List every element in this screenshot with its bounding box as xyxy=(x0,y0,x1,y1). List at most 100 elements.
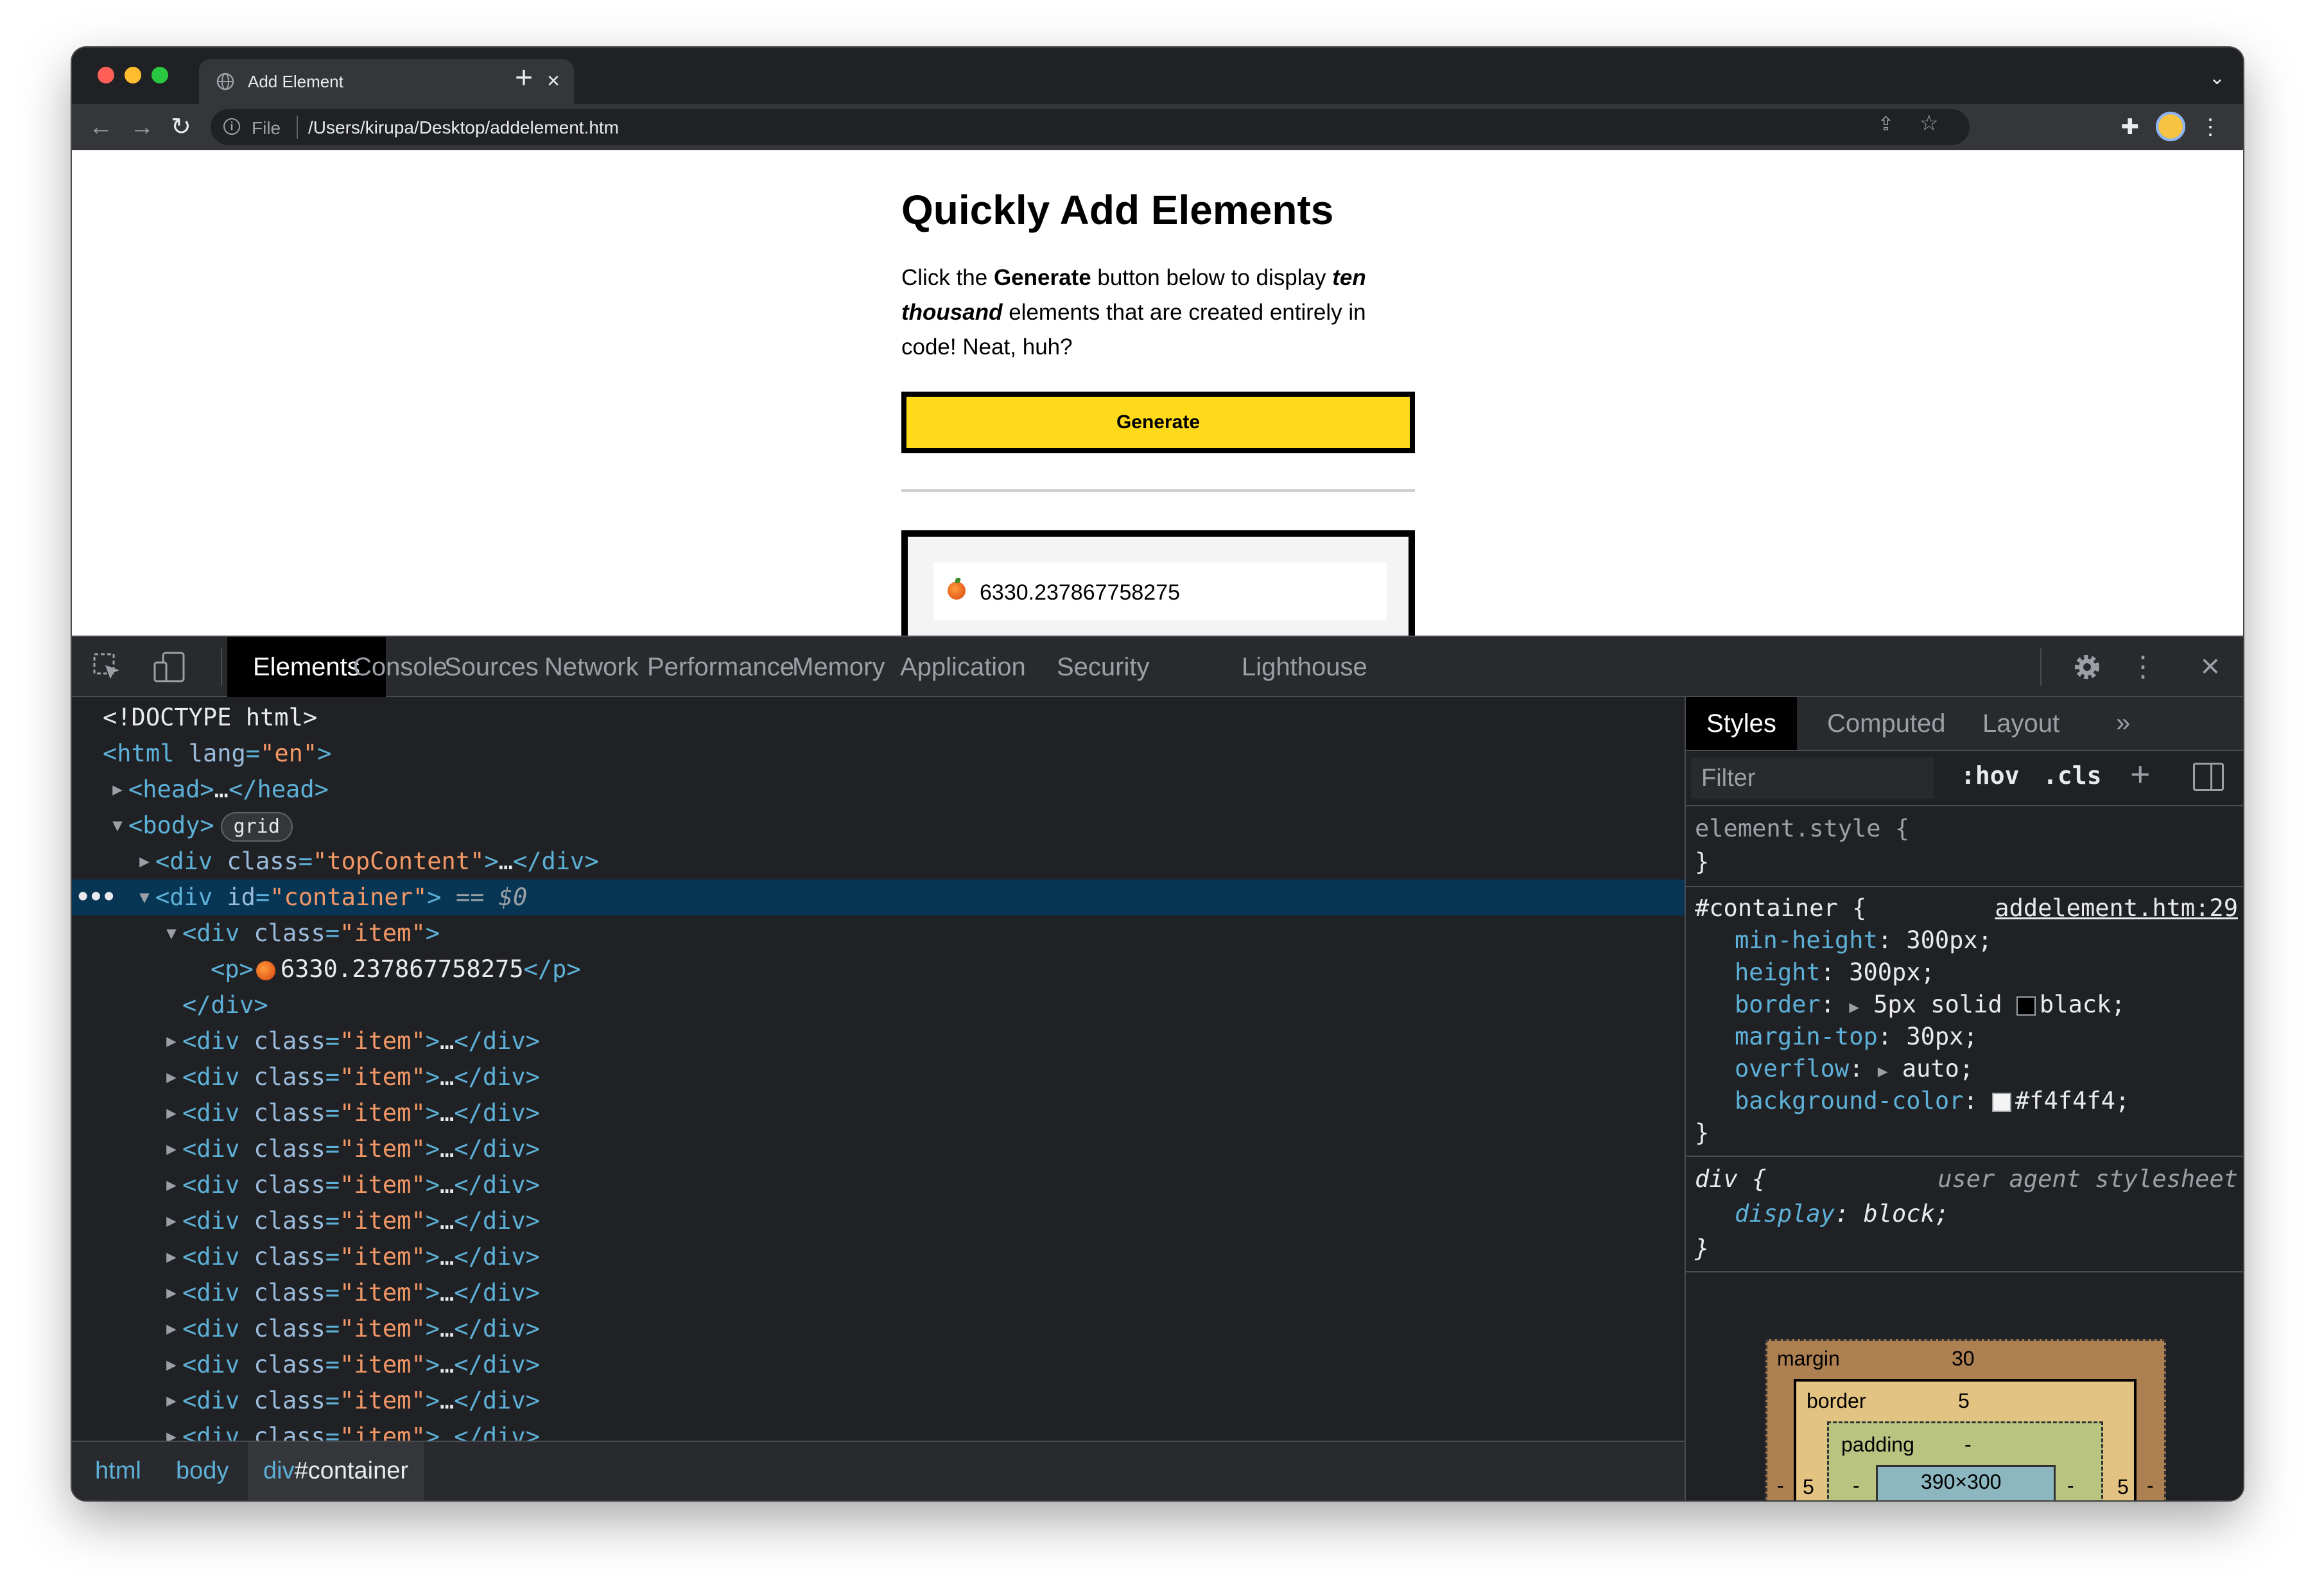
close-icon[interactable]: × xyxy=(2201,647,2220,686)
border-right-value[interactable]: 5 xyxy=(2117,1475,2129,1499)
reload-icon[interactable]: ↻ xyxy=(171,114,191,140)
expand-triangle-icon[interactable]: ▶ xyxy=(160,1311,182,1347)
expand-triangle-icon[interactable]: ▶ xyxy=(160,1383,182,1419)
container-style-rule[interactable]: #container { addelement.htm:29 min-heigh… xyxy=(1686,887,2243,1157)
margin-value[interactable]: 30 xyxy=(1952,1347,1975,1371)
tab-styles[interactable]: Styles xyxy=(1686,697,1797,750)
dom-body-node[interactable]: ▼ <body> grid xyxy=(72,808,1685,844)
dom-item-node-collapsed[interactable]: ▶ <div class="item">…</div> xyxy=(72,1383,1685,1419)
expand-triangle-icon[interactable]: ▶ xyxy=(160,1203,182,1239)
expand-triangle-icon[interactable]: ▶ xyxy=(1878,1062,1888,1081)
share-icon[interactable]: ⇪ xyxy=(1878,110,1894,139)
border-value[interactable]: 5 xyxy=(1958,1389,1970,1413)
margin-right-value[interactable]: - xyxy=(2147,1474,2154,1498)
expand-triangle-icon[interactable]: ▶ xyxy=(160,1167,182,1203)
breadcrumb-html[interactable]: html xyxy=(80,1442,157,1500)
devtools-kebab-icon[interactable]: ⋮ xyxy=(2129,651,2157,683)
back-arrow-icon[interactable]: ← xyxy=(89,114,113,140)
maximize-window-button[interactable] xyxy=(152,67,168,83)
toggle-sidebar-icon[interactable] xyxy=(2193,763,2224,791)
dom-tree[interactable]: <!DOCTYPE html> <html lang="en"> ▶ <head>… xyxy=(72,697,1685,1441)
expand-triangle-icon[interactable]: ▶ xyxy=(160,1419,182,1441)
grid-badge[interactable]: grid xyxy=(220,811,293,842)
tab-close-icon[interactable]: × xyxy=(547,68,560,94)
expand-triangle-icon[interactable]: ▶ xyxy=(160,1023,182,1059)
breadcrumb-body[interactable]: body xyxy=(160,1442,244,1500)
browser-menu-kebab-icon[interactable]: ⋮ xyxy=(2199,113,2221,141)
dom-topcontent-node[interactable]: ▶ <div class="topContent">…</div> xyxy=(72,844,1685,880)
more-tabs-chevron-icon[interactable]: » xyxy=(2116,697,2130,749)
cls-toggle[interactable]: .cls xyxy=(2043,761,2102,790)
expand-triangle-icon[interactable]: ▶ xyxy=(160,1131,182,1167)
styles-filter-input[interactable]: Filter xyxy=(1691,758,1934,799)
dom-head-node[interactable]: ▶ <head>…</head> xyxy=(72,772,1685,808)
extensions-puzzle-icon[interactable]: ✚ xyxy=(2121,113,2140,141)
dom-html-node[interactable]: <html lang="en"> xyxy=(72,736,1685,772)
dom-item-node-collapsed[interactable]: ▶ <div class="item">…</div> xyxy=(72,1203,1685,1239)
border-left-value[interactable]: 5 xyxy=(1803,1475,1814,1499)
dom-item-node-expanded[interactable]: ▼ <div class="item"> xyxy=(72,915,1685,951)
prop-height[interactable]: height: 300px; xyxy=(1735,957,1935,989)
address-bar[interactable]: i File /Users/kirupa/Desktop/addelement.… xyxy=(211,109,1970,145)
new-style-rule-button[interactable]: + xyxy=(2130,755,2151,794)
dom-item-node-collapsed[interactable]: ▶ <div class="item">…</div> xyxy=(72,1023,1685,1059)
dom-item-close[interactable]: </div> xyxy=(72,987,1685,1023)
dom-p-node[interactable]: <p> 6330.237867758275</p> xyxy=(72,951,1685,987)
collapse-triangle-icon[interactable]: ▼ xyxy=(107,808,128,844)
dom-doctype[interactable]: <!DOCTYPE html> xyxy=(72,700,1685,736)
color-swatch[interactable] xyxy=(1991,1092,2011,1112)
dom-item-node-collapsed[interactable]: ▶ <div class="item">…</div> xyxy=(72,1059,1685,1095)
padding-right-value[interactable]: - xyxy=(2067,1474,2074,1498)
expand-triangle-icon[interactable]: ▶ xyxy=(160,1059,182,1095)
expand-triangle-icon[interactable]: ▶ xyxy=(160,1275,182,1311)
dom-item-node-collapsed[interactable]: ▶ <div class="item">…</div> xyxy=(72,1275,1685,1311)
close-window-button[interactable] xyxy=(98,67,114,83)
expand-triangle-icon[interactable]: ▶ xyxy=(134,844,155,880)
breadcrumb-container[interactable]: div#container xyxy=(248,1442,424,1500)
dom-item-node-collapsed[interactable]: ▶ <div class="item">…</div> xyxy=(72,1311,1685,1347)
dom-item-node-collapsed[interactable]: ▶ <div class="item">…</div> xyxy=(72,1167,1685,1203)
tab-lighthouse[interactable]: Lighthouse xyxy=(1216,637,1393,697)
minimize-window-button[interactable] xyxy=(125,67,141,83)
expand-triangle-icon[interactable]: ▶ xyxy=(107,772,128,808)
url-text[interactable]: /Users/kirupa/Desktop/addelement.htm xyxy=(308,117,619,138)
gear-icon[interactable] xyxy=(2070,650,2104,684)
expand-triangle-icon[interactable]: ▶ xyxy=(160,1239,182,1275)
color-swatch[interactable] xyxy=(2016,996,2036,1016)
padding-value[interactable]: - xyxy=(1964,1433,1972,1457)
div-useragent-rule[interactable]: div { user agent stylesheet display: blo… xyxy=(1686,1157,2243,1272)
prop-min-height[interactable]: min-height: 300px; xyxy=(1735,924,1992,957)
info-icon[interactable]: i xyxy=(223,118,240,135)
tab-computed[interactable]: Computed xyxy=(1807,697,1966,750)
box-model-diagram[interactable]: margin 30 border 5 padding - 390×300 5 5… xyxy=(1765,1339,2166,1500)
forward-arrow-icon[interactable]: → xyxy=(130,114,154,140)
device-toolbar-icon[interactable] xyxy=(153,651,186,683)
collapse-triangle-icon[interactable]: ▼ xyxy=(160,915,182,951)
expand-triangle-icon[interactable]: ▶ xyxy=(160,1095,182,1131)
tab-security[interactable]: Security xyxy=(1031,637,1175,697)
inspect-element-icon[interactable] xyxy=(92,652,122,682)
tab-layout[interactable]: Layout xyxy=(1962,697,2080,750)
tab-application[interactable]: Application xyxy=(874,637,1052,697)
prop-margin-top[interactable]: margin-top: 30px; xyxy=(1735,1021,1978,1053)
element-style-rule[interactable]: element.style { } xyxy=(1686,806,2243,887)
dom-item-node-collapsed[interactable]: ▶ <div class="item">…</div> xyxy=(72,1419,1685,1441)
container-source-link[interactable]: addelement.htm:29 xyxy=(1995,892,2238,924)
items-container[interactable]: 6330.237867758275 xyxy=(901,530,1415,636)
profile-avatar[interactable] xyxy=(2156,112,2185,141)
dom-item-node-collapsed[interactable]: ▶ <div class="item">…</div> xyxy=(72,1131,1685,1167)
tab-search-chevron-icon[interactable]: ⌄ xyxy=(2209,67,2225,89)
padding-left-value[interactable]: - xyxy=(1853,1474,1860,1498)
new-tab-button[interactable]: + xyxy=(515,62,533,95)
dom-container-node-selected[interactable]: ••• ▼ <div id="container"> == $0 xyxy=(72,880,1685,915)
generate-button[interactable]: Generate xyxy=(901,392,1415,453)
prop-overflow[interactable]: overflow: ▶ auto; xyxy=(1735,1053,1973,1085)
more-actions-dots-icon[interactable]: ••• xyxy=(76,880,116,915)
dom-item-node-collapsed[interactable]: ▶ <div class="item">…</div> xyxy=(72,1347,1685,1383)
prop-border[interactable]: border: ▶ 5px solid black; xyxy=(1735,989,2126,1021)
collapse-triangle-icon[interactable]: ▼ xyxy=(134,880,155,915)
expand-triangle-icon[interactable]: ▶ xyxy=(1849,998,1859,1017)
dom-item-node-collapsed[interactable]: ▶ <div class="item">…</div> xyxy=(72,1239,1685,1275)
bookmark-star-icon[interactable]: ☆ xyxy=(1920,109,1939,137)
margin-left-value[interactable]: - xyxy=(1777,1474,1784,1498)
